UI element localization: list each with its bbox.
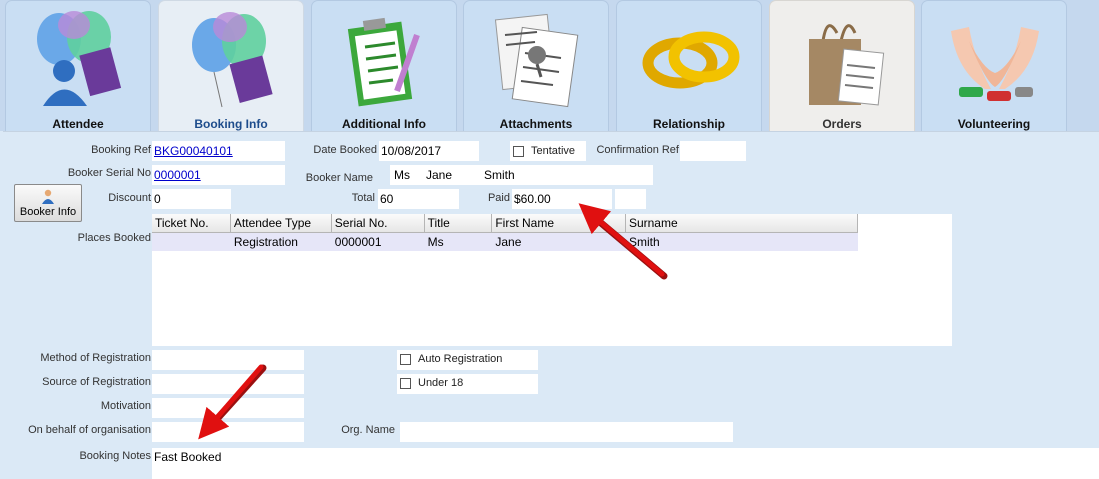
confirmation-ref-field[interactable] [680,141,746,161]
tab-volunteering[interactable]: Volunteering [921,0,1067,131]
column-header[interactable]: Surname [625,214,859,233]
paid-label: Paid [487,192,510,204]
source-of-registration-field[interactable] [152,374,304,394]
method-of-registration-field[interactable] [152,350,304,370]
total-label: Total [351,192,375,204]
grid-header-row: Ticket No. Attendee Type Serial No. Titl… [152,214,859,233]
serial-no-cell: 0000001 [331,232,425,251]
tab-booking-info[interactable]: Booking Info [158,0,304,131]
column-header[interactable]: Title [424,214,493,233]
booker-info-button[interactable]: Booker Info [14,184,82,222]
booking-info-panel: Booking Ref BKG00040101 Date Booked 10/0… [3,131,1099,479]
booker-name-title: Ms [394,168,410,182]
total-field[interactable]: 60 [378,189,459,209]
paid-field[interactable]: $60.00 [512,189,612,209]
booking-ref-field[interactable]: BKG00040101 [152,141,285,161]
ticket-no-cell [152,232,231,251]
column-header[interactable]: Attendee Type [230,214,332,233]
column-header[interactable]: First Name [491,214,626,233]
booker-info-button-label: Booker Info [19,206,77,218]
places-booked-grid[interactable]: Ticket No. Attendee Type Serial No. Titl… [152,214,859,346]
title-cell: Ms [424,232,493,251]
auto-registration-label: Auto Registration [418,353,503,365]
org-name-label: Org. Name [341,424,395,436]
shopping-bag-icon [809,24,885,106]
tab-strip: Attendee Booking Info Additional Info At… [0,0,1099,131]
under-18-checkbox-wrap[interactable]: Under 18 [397,374,538,394]
column-header[interactable]: Ticket No. [152,214,231,233]
surname-cell: Smith [625,232,859,251]
booking-notes-field[interactable]: Fast Booked [152,448,1099,479]
booker-name-label: Booker Name [305,172,373,184]
booker-serial-no-field[interactable]: 0000001 [152,165,285,185]
column-header[interactable]: Serial No. [331,214,425,233]
tab-additional-info[interactable]: Additional Info [311,0,457,131]
booker-name-field[interactable]: Ms Jane Smith [390,165,653,185]
tab-label: Relationship [652,117,725,131]
tab-attendee[interactable]: Attendee [5,0,151,131]
helping-hands-icon [951,27,1039,101]
tab-label: Additional Info [342,117,426,131]
tab-relationship[interactable]: Relationship [616,0,762,131]
confirmation-ref-label: Confirmation Ref [596,144,679,156]
table-row[interactable]: Registration 0000001 Ms Jane Smith [152,232,859,251]
booking-ref-label: Booking Ref [91,144,151,156]
paid-extra-field[interactable] [615,189,646,209]
booking-notes-label: Booking Notes [79,450,151,462]
discount-label: Discount [108,192,151,204]
balloons-icon [192,12,273,108]
motivation-field[interactable] [152,398,304,418]
tab-label: Attendee [52,117,104,131]
tab-attachments[interactable]: Attachments [463,0,609,131]
clipboard-icon [347,17,420,107]
places-booked-grid-margin [858,214,952,346]
tab-label: Booking Info [194,117,268,131]
tentative-checkbox[interactable] [513,146,524,157]
person-icon [42,189,54,204]
auto-registration-checkbox[interactable] [400,354,411,365]
on-behalf-of-organisation-field[interactable] [152,422,304,442]
tab-orders[interactable]: Orders [769,0,915,131]
tentative-checkbox-wrap[interactable]: Tentative [510,141,586,161]
documents-pin-icon [494,13,579,108]
tab-label: Attachments [499,117,573,131]
booker-serial-no-label: Booker Serial No [67,167,151,179]
wedding-rings-icon [642,31,740,89]
org-name-field[interactable] [400,422,733,442]
tentative-label: Tentative [531,145,576,157]
booker-serial-no-link[interactable]: 0000001 [154,168,201,182]
booker-name-last: Smith [484,168,515,182]
method-of-registration-label: Method of Registration [40,352,151,364]
attendee-type-cell: Registration [230,232,332,251]
source-of-registration-label: Source of Registration [42,376,151,388]
under-18-label: Under 18 [418,377,464,389]
motivation-label: Motivation [100,400,151,412]
tab-label: Volunteering [957,117,1031,131]
balloons-person-icon [37,11,122,106]
on-behalf-of-organisation-label: On behalf of organisation [28,424,151,436]
booking-ref-link[interactable]: BKG00040101 [154,144,233,158]
under-18-checkbox[interactable] [400,378,411,389]
tab-label: Orders [822,117,862,131]
first-name-cell: Jane [491,232,626,251]
discount-field[interactable]: 0 [152,189,231,209]
booker-name-first: Jane [426,168,453,182]
places-booked-label: Places Booked [77,232,151,244]
date-booked-label: Date Booked [313,144,377,156]
auto-registration-checkbox-wrap[interactable]: Auto Registration [397,350,538,370]
date-booked-field[interactable]: 10/08/2017 [379,141,479,161]
